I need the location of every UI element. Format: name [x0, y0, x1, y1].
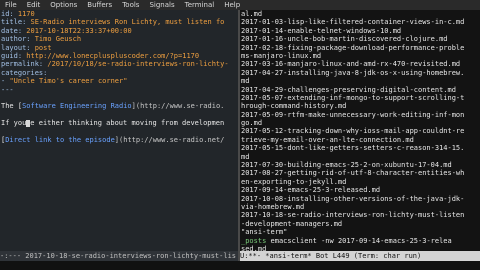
front-matter-value: /2017/10/18/se-radio-interviews-ron-lich… — [47, 60, 229, 69]
ansi-term-pane[interactable]: al.md 2017-01-03-lisp-like-filtered-conta… — [240, 10, 480, 251]
editor-line: The [Software Engineering Radio](http://… — [0, 102, 238, 110]
terminal-line: "ansi-term" — [241, 228, 288, 237]
front-matter-key: --- — [1, 85, 14, 94]
prompt-dir: _posts — [241, 236, 267, 245]
front-matter-value: Timo Geusch — [34, 35, 82, 44]
line-text: ](http://www.se-radio.net/ — [114, 135, 225, 144]
menu-item-tools[interactable]: Tools — [117, 0, 144, 10]
menu-item-edit[interactable]: Edit — [22, 0, 46, 10]
front-matter-value: "Uncle Timo's career corner" — [9, 77, 128, 86]
front-matter-key: date: — [1, 26, 27, 35]
terminal-line: al.md — [241, 10, 263, 18]
menu-item-terminal[interactable]: Terminal — [180, 0, 220, 10]
prompt-command: emacsclient -nw 2017-09-14-emacs-25-3-re… — [266, 236, 452, 245]
terminal-line: 2017-04-27-installing-java-8-jdk-os-x-us… — [241, 68, 465, 77]
terminal-line: ms-manjaro-linux.md — [241, 51, 322, 60]
front-matter-value: http://www.lonecpluspluscoder.com/?p=117… — [26, 51, 200, 60]
terminal-line: 2017-09-14-emacs-25-3-released.md — [241, 186, 381, 195]
editor-line: categories: — [0, 69, 238, 77]
terminal-line: 2017-07-30-building-emacs-25-2-on-xubunt… — [241, 161, 452, 170]
front-matter-key: permalink: — [1, 60, 48, 69]
editor-line: --- — [0, 86, 238, 94]
terminal-line: go.md — [241, 119, 263, 128]
menu-item-options[interactable]: Options — [45, 0, 82, 10]
front-matter-key: layout: — [1, 43, 35, 52]
editor-line: permalink: /2017/10/18/se-radio-intervie… — [0, 60, 238, 68]
editor-line: author: Timo Geusch — [0, 35, 238, 43]
terminal-line: -development-managers.md — [241, 219, 343, 228]
editor-line: If you e either thinking about moving fro… — [0, 119, 238, 127]
terminal-line: 2017-05-09-rtfm-make-unnecessary-work-ed… — [241, 110, 465, 119]
terminal-line: trieve-my-email-over-an-lte-connection.m… — [241, 135, 414, 144]
left-mode-line: -:--- 2017-10-18-se-radio-interviews-ron… — [0, 251, 238, 261]
editor-line: layout: post — [0, 44, 238, 52]
markdown-link[interactable]: Software Engineering Radio — [22, 102, 132, 110]
front-matter-value: 1170 — [17, 10, 35, 18]
terminal-line: md — [241, 152, 250, 161]
front-matter-value: 2017-10-18T22:33:37+00:00 — [26, 26, 132, 35]
menu-item-signals[interactable]: Signals — [144, 0, 179, 10]
terminal-line: via-homebrew.md — [241, 202, 305, 211]
editor-line: id: 1170 — [0, 10, 238, 18]
terminal-line: 2017-02-18-fixing-package-download-perfo… — [241, 43, 465, 52]
front-matter-key: id: — [1, 10, 18, 18]
line-text: The [ — [1, 102, 23, 111]
front-matter-key: title: — [1, 18, 31, 27]
line-text: If you — [1, 119, 27, 128]
front-matter-key: categories: — [1, 68, 48, 77]
editor-line: guid: http://www.lonecpluspluscoder.com/… — [0, 52, 238, 60]
terminal-line: hrough-command-history.md — [241, 102, 347, 111]
right-mode-line: U:**- *ansi-term* Bot L449 (Term: char r… — [240, 251, 480, 261]
terminal-line: 2017-05-12-tracking-down-why-ioss-mail-a… — [241, 127, 465, 136]
terminal-line: 2017-04-29-challenges-preserving-digital… — [241, 85, 456, 94]
terminal-line: 2017-01-14-enable-telnet-windows-10.md — [241, 26, 402, 35]
editor-line: [Direct link to the episode](http://www.… — [0, 136, 238, 144]
line-text: ](http://www.se-radio. — [131, 102, 225, 111]
terminal-line: 2017-01-16-uncle-bob-martin-discovered-c… — [241, 35, 448, 44]
menu-item-file[interactable]: File — [0, 0, 22, 10]
terminal-line: 2017-08-27-getting-rid-of-utf-8-characte… — [241, 169, 465, 178]
editor-line: date: 2017-10-18T22:33:37+00:00 — [0, 27, 238, 35]
front-matter-value: SE-Radio interviews Ron Lichty, must lis… — [30, 18, 225, 27]
terminal-line: 2017-05-15-dont-like-getters-setters-c-r… — [241, 144, 465, 153]
editor-line: - "Uncle Timo's career corner" — [0, 77, 238, 85]
terminal-line: 2017-10-18-se-radio-interviews-ron-licht… — [241, 211, 465, 220]
menu-item-buffers[interactable]: Buffers — [82, 0, 117, 10]
menu-item-help[interactable]: Help — [219, 0, 245, 10]
line-text: e either thinking about moving from deve… — [30, 119, 225, 128]
echo-area — [0, 261, 480, 270]
terminal-line: 2017-03-16-manjaro-linux-and-amd-rx-470-… — [241, 60, 461, 69]
front-matter-key: author: — [1, 35, 35, 44]
markdown-link[interactable]: Direct link to the episode — [5, 136, 115, 144]
front-matter-key: guid: — [1, 51, 27, 60]
menu-bar: File Edit Options Buffers Tools Signals Termin… — [0, 0, 480, 10]
terminal-line: 2017-01-03-lisp-like-filtered-container-… — [241, 18, 465, 27]
terminal-line: en-exporting-to-jekyll.md — [241, 177, 347, 186]
terminal-line: md — [241, 77, 250, 86]
terminal-line: 2017-10-08-installing-other-versions-of-… — [241, 194, 465, 203]
front-matter-value: post — [34, 43, 52, 52]
shell-prompt-line[interactable]: _posts emacsclient -nw 2017-09-14-emacs-… — [240, 237, 480, 245]
terminal-line: 2017-05-07-extending-inf-mongo-to-suppor… — [241, 93, 465, 102]
left-editor-pane[interactable]: id: 1170 title: SE-Radio interviews Ron L… — [0, 10, 238, 251]
editor-line: title: SE-Radio interviews Ron Lichty, m… — [0, 18, 238, 26]
